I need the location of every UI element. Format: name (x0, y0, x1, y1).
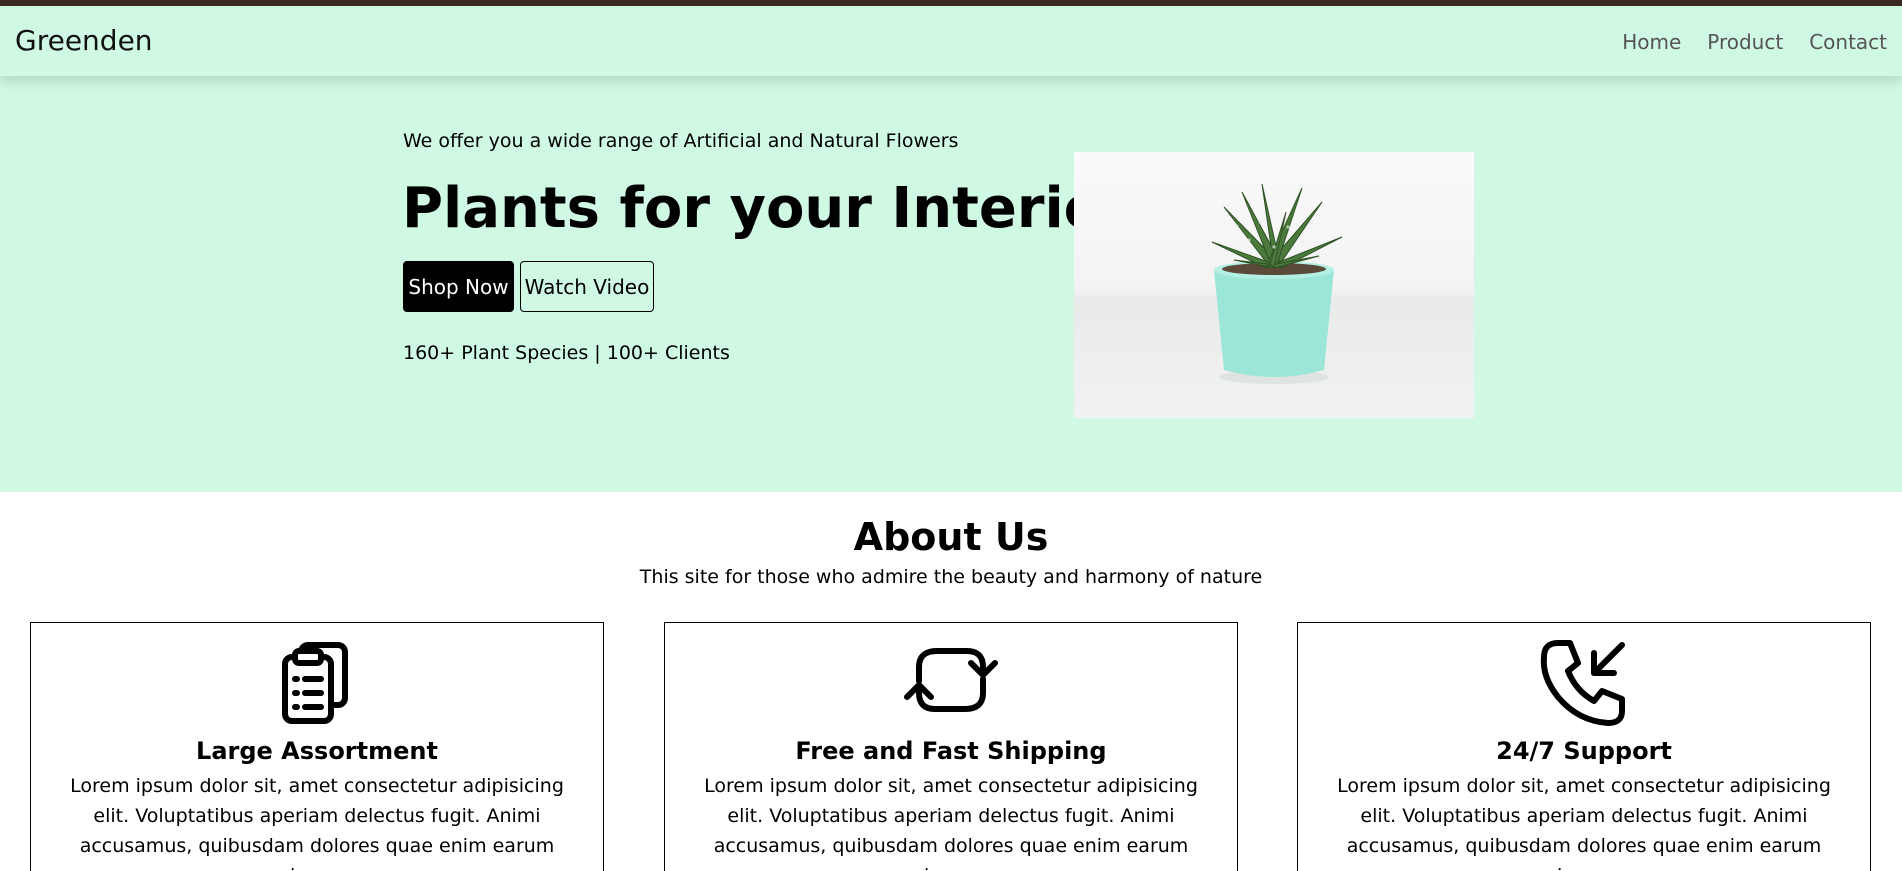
feature-card: Large Assortment Lorem ipsum dolor sit, … (30, 622, 604, 871)
nav-product-link[interactable]: Product (1707, 30, 1783, 54)
hero-stats: 160+ Plant Species | 100+ Clients (403, 342, 730, 364)
nav-contact-link[interactable]: Contact (1809, 30, 1887, 54)
about-subtitle: This site for those who admire the beaut… (639, 566, 1263, 588)
shop-now-button[interactable]: Shop Now (403, 261, 514, 312)
refresh-icon (665, 637, 1237, 723)
potted-succulent-illustration (1211, 183, 1343, 384)
hero-tagline: We offer you a wide range of Artificial … (403, 130, 959, 152)
hero-buttons: Shop Now Watch Video (403, 261, 654, 312)
card-title: Free and Fast Shipping (795, 737, 1107, 765)
brand-logo[interactable]: Greenden (15, 24, 153, 57)
navbar: Greenden Home Product Contact (0, 6, 1902, 76)
hero-section: We offer you a wide range of Artificial … (0, 76, 1902, 492)
feature-card: 24/7 Support Lorem ipsum dolor sit, amet… (1297, 622, 1871, 871)
card-text: Lorem ipsum dolor sit, amet consectetur … (704, 775, 1198, 871)
nav-home-link[interactable]: Home (1622, 30, 1681, 54)
nav-links: Home Product Contact (1622, 30, 1887, 54)
phone-incoming-icon (1298, 637, 1870, 729)
card-title: Large Assortment (196, 737, 438, 765)
feature-card: Free and Fast Shipping Lorem ipsum dolor… (664, 622, 1238, 871)
plant-image (1074, 152, 1474, 418)
about-title: About Us (853, 515, 1049, 559)
card-title: 24/7 Support (1496, 737, 1672, 765)
watch-video-button[interactable]: Watch Video (520, 261, 654, 312)
clipboard-list-icon (31, 637, 603, 725)
hero-title: Plants for your Interior (402, 176, 1130, 241)
card-text: Lorem ipsum dolor sit, amet consectetur … (1337, 775, 1831, 871)
card-text: Lorem ipsum dolor sit, amet consectetur … (70, 775, 564, 871)
